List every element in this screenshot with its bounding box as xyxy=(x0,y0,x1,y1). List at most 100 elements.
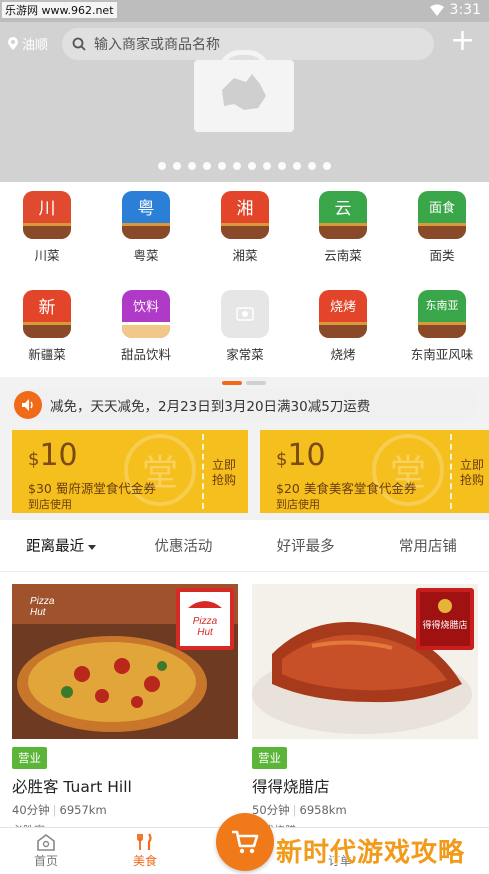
category-xinjiang[interactable]: 新 新疆菜 xyxy=(7,290,87,363)
carousel-dot[interactable] xyxy=(293,162,301,170)
category-southeast-asia[interactable]: 东南亚 东南亚风味 xyxy=(402,290,482,363)
category-label: 家常菜 xyxy=(226,347,264,362)
coupon-card[interactable]: 堂 $10 $30 蜀府源堂食代金券 到店使用 立即 抢购 xyxy=(12,430,248,513)
category-yunnan[interactable]: 云 云南菜 xyxy=(303,191,383,264)
carousel-dot[interactable] xyxy=(188,162,196,170)
sort-top-rated[interactable]: 好评最多 xyxy=(245,535,367,556)
carousel-dot[interactable] xyxy=(203,162,211,170)
coupon-use: 到店使用 xyxy=(276,498,320,511)
coupon-amount: $10 xyxy=(28,438,78,473)
coupon-buy-button[interactable]: 立即 抢购 xyxy=(212,458,236,488)
shop-meta: 50分钟 | 6958km xyxy=(252,803,347,817)
status-time: 3:31 xyxy=(449,2,481,18)
category-pager xyxy=(222,381,266,385)
sort-frequent[interactable]: 常用店铺 xyxy=(367,535,489,556)
banner-carousel[interactable]: 油顺 输入商家或商品名称 + Buy@Home xyxy=(0,22,489,182)
category-hunan[interactable]: 湘 湘菜 xyxy=(205,191,285,264)
sichuan-icon: 川 xyxy=(23,191,71,239)
svg-text:Hut: Hut xyxy=(197,627,214,638)
category-cantonese[interactable]: 粤 粤菜 xyxy=(106,191,186,264)
category-sichuan[interactable]: 川 川菜 xyxy=(7,191,87,264)
sort-nearest[interactable]: 距离最近 xyxy=(0,535,122,556)
cart-button[interactable] xyxy=(216,813,274,871)
svg-text:Pizza: Pizza xyxy=(193,616,218,627)
coupon-carousel: 堂 $10 $30 蜀府源堂食代金券 到店使用 立即 抢购 堂 $10 $20 … xyxy=(0,430,489,513)
svg-text:Hut: Hut xyxy=(30,607,47,618)
add-button[interactable]: + xyxy=(450,26,475,56)
announcement-text: 减免，天天减免，2月23日到3月20日满30减5刀运费 xyxy=(50,399,371,415)
announcement-bar[interactable]: 减免，天天减免，2月23日到3月20日满30减5刀运费 xyxy=(12,389,477,421)
site-watermark: 乐游网 www.962.net xyxy=(2,2,117,18)
xinjiang-icon: 新 xyxy=(23,290,71,338)
coupon-divider xyxy=(202,434,204,509)
coupon-buy-button[interactable]: 立即 抢购 xyxy=(460,458,484,488)
bbq-icon: 烧烤 xyxy=(319,290,367,338)
status-icons: 3:31 xyxy=(429,2,481,18)
shop-name: 得得烧腊店 xyxy=(252,778,330,796)
carousel-indicator xyxy=(0,162,489,170)
status-bar: 乐游网 www.962.net 3:31 xyxy=(0,0,489,22)
sort-tabs: 距离最近 优惠活动 好评最多 常用店铺 xyxy=(0,520,489,572)
open-status-badge: 营业 xyxy=(12,747,47,769)
search-icon xyxy=(72,37,86,51)
coupon-desc: $20 美食美客堂食代金券 xyxy=(276,481,417,496)
carousel-dot[interactable] xyxy=(308,162,316,170)
coupon-use: 到店使用 xyxy=(28,498,72,511)
shop-meta: 40分钟 | 6957km xyxy=(12,803,107,817)
tab-food-label: 美食 xyxy=(132,854,157,868)
home-icon xyxy=(37,834,55,851)
home-dish-icon xyxy=(221,290,269,338)
category-label: 东南亚风味 xyxy=(410,347,474,362)
coupon-amount: $10 xyxy=(276,438,326,473)
coupon-divider xyxy=(450,434,452,509)
southeast-asia-icon: 东南亚 xyxy=(418,290,466,338)
shop-name: 必胜客 Tuart Hill xyxy=(12,778,132,796)
cart-icon xyxy=(232,830,259,854)
open-status-badge: 营业 xyxy=(252,747,287,769)
location-label: 油顺 xyxy=(22,38,49,53)
category-label: 烧烤 xyxy=(330,347,356,362)
coupon-card[interactable]: 堂 $10 $20 美食美客堂食代金券 到店使用 立即 抢购 xyxy=(260,430,489,513)
shop-image: 得得烧腊店 xyxy=(252,584,478,739)
image-placeholder-icon xyxy=(236,307,254,321)
cantonese-icon: 粤 xyxy=(122,191,170,239)
category-bbq[interactable]: 烧烤 烧烤 xyxy=(303,290,383,363)
carousel-dot[interactable] xyxy=(263,162,271,170)
svg-text:得得烧腊店: 得得烧腊店 xyxy=(422,619,467,631)
shop-card[interactable]: Pizza Hut Pizza Hut 营业 必胜客 Tuart Hill 40… xyxy=(12,584,238,838)
carousel-dot[interactable] xyxy=(218,162,226,170)
category-home-dish[interactable]: 家常菜 xyxy=(205,290,285,363)
shop-card[interactable]: 得得烧腊店 营业 得得烧腊店 50分钟|6958km 港式烧腊 xyxy=(252,584,478,838)
svg-text:Pizza: Pizza xyxy=(30,596,55,607)
pager-inactive xyxy=(246,381,266,385)
category-label: 湘菜 xyxy=(232,248,258,263)
category-label: 新疆菜 xyxy=(28,347,66,362)
carousel-dot[interactable] xyxy=(278,162,286,170)
site-watermark-bottom: 新时代游戏攻略 xyxy=(276,838,466,868)
category-label: 川菜 xyxy=(34,248,60,263)
sort-promotions[interactable]: 优惠活动 xyxy=(122,535,244,556)
noodle-icon: 面食 xyxy=(418,191,466,239)
carousel-dot[interactable] xyxy=(173,162,181,170)
hunan-icon: 湘 xyxy=(221,191,269,239)
tab-home[interactable]: 首页 xyxy=(16,832,76,869)
carousel-dot[interactable] xyxy=(158,162,166,170)
fork-knife-icon xyxy=(137,833,152,850)
category-label: 甜品饮料 xyxy=(120,347,171,362)
category-dessert-drink[interactable]: 饮料 甜品饮料 xyxy=(106,290,186,363)
speaker-icon xyxy=(14,391,42,419)
carousel-dot[interactable] xyxy=(248,162,256,170)
category-label: 云南菜 xyxy=(324,248,362,263)
shop-image: Pizza Hut Pizza Hut xyxy=(12,584,238,739)
location-pin-icon xyxy=(8,37,18,50)
category-grid: 川 川菜 粤 粤菜 湘 湘菜 云 云南菜 面食 面类 新 新疆菜 饮料 甜品饮料… xyxy=(0,182,489,377)
dessert-drink-icon: 饮料 xyxy=(122,290,170,338)
tab-food[interactable]: 美食 xyxy=(115,832,175,869)
logo-text: Buy@Home xyxy=(201,117,287,132)
carousel-dot[interactable] xyxy=(233,162,241,170)
location-selector[interactable]: 油顺 xyxy=(8,34,48,53)
carousel-dot[interactable] xyxy=(323,162,331,170)
coupon-desc: $30 蜀府源堂食代金券 xyxy=(28,481,156,496)
yunnan-icon: 云 xyxy=(319,191,367,239)
category-noodle[interactable]: 面食 面类 xyxy=(402,191,482,264)
